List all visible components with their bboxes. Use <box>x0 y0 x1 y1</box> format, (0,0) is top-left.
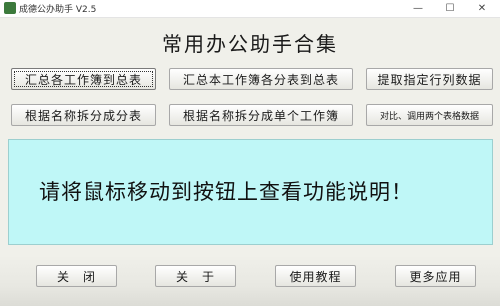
close-window-button[interactable]: ✕ <box>468 0 496 17</box>
merge-workbooks-button[interactable]: 汇总各工作簿到总表 <box>11 68 156 90</box>
app-icon <box>4 2 16 14</box>
merge-sheets-button[interactable]: 汇总本工作簿各分表到总表 <box>169 68 353 90</box>
minimize-button[interactable]: — <box>404 0 432 17</box>
maximize-button[interactable]: ☐ <box>436 0 464 17</box>
extract-rows-cols-button[interactable]: 提取指定行列数据 <box>366 68 493 90</box>
tutorial-button[interactable]: 使用教程 <box>275 265 356 287</box>
info-text: 请将鼠标移动到按钮上查看功能说明！ <box>39 180 413 204</box>
title-bar: 成德公办助手 V2.5 — ☐ ✕ <box>0 0 500 18</box>
about-button[interactable]: 关 于 <box>155 265 236 287</box>
split-to-workbooks-button[interactable]: 根据名称拆分成单个工作簿 <box>169 104 353 126</box>
page-title: 常用办公助手合集 <box>162 32 338 56</box>
window-title: 成德公办助手 V2.5 <box>19 5 97 15</box>
info-panel: 请将鼠标移动到按钮上查看功能说明！ <box>8 139 493 245</box>
close-button[interactable]: 关 闭 <box>36 265 117 287</box>
split-by-name-button[interactable]: 根据名称拆分成分表 <box>11 104 156 126</box>
compare-tables-button[interactable]: 对比、调用两个表格数据 <box>366 104 493 126</box>
more-apps-button[interactable]: 更多应用 <box>395 265 476 287</box>
